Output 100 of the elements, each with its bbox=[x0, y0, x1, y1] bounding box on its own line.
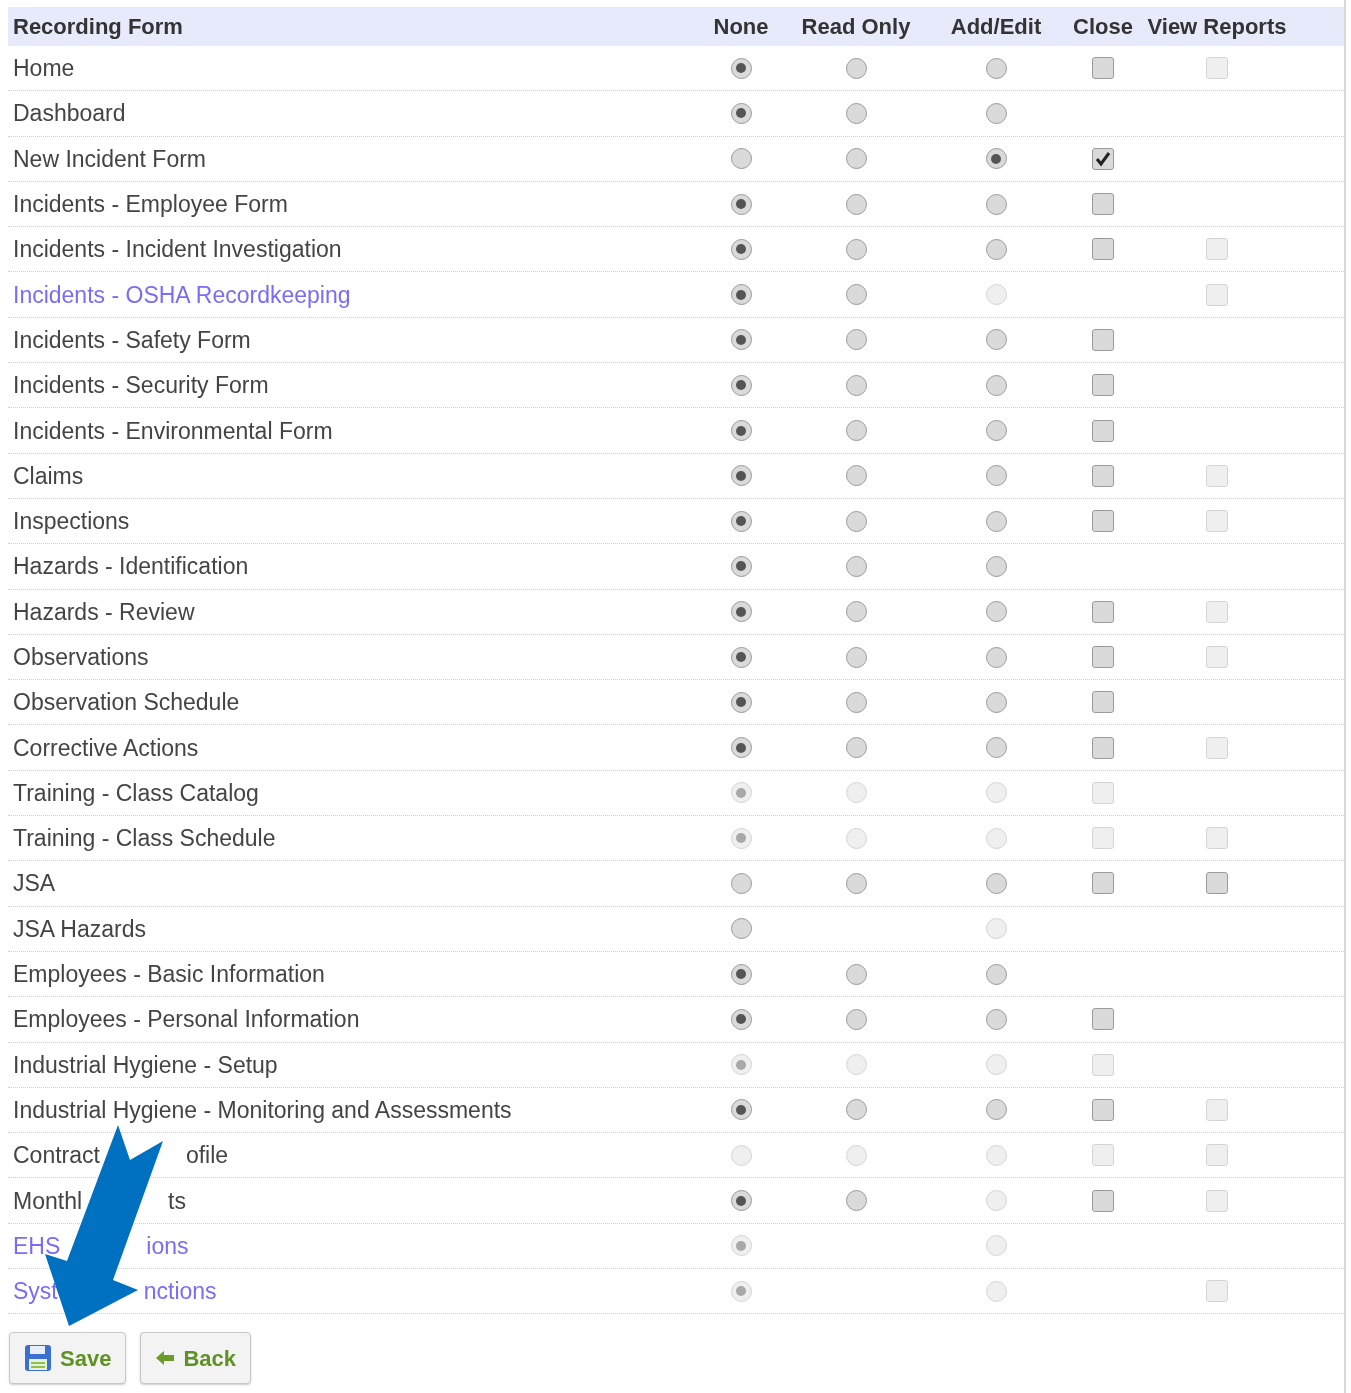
radio-button[interactable] bbox=[985, 873, 1007, 894]
form-name: Monthl bbox=[13, 1187, 83, 1214]
radio-button[interactable] bbox=[730, 873, 752, 894]
radio-button[interactable] bbox=[845, 57, 867, 79]
checkbox[interactable] bbox=[1092, 238, 1114, 261]
radio-button[interactable] bbox=[985, 646, 1007, 668]
radio-button[interactable] bbox=[845, 601, 867, 623]
form-link[interactable]: Syst bbox=[13, 1278, 58, 1305]
radio-button[interactable] bbox=[985, 102, 1007, 124]
radio-button[interactable] bbox=[845, 1190, 867, 1212]
checkbox[interactable] bbox=[1092, 57, 1114, 80]
checkbox[interactable] bbox=[1092, 464, 1114, 487]
form-link[interactable]: Incidents - OSHA Recordkeeping bbox=[13, 281, 351, 308]
radio-button[interactable] bbox=[845, 465, 867, 487]
form-name: Home bbox=[13, 55, 75, 82]
radio-button[interactable] bbox=[730, 465, 752, 487]
radio-button[interactable] bbox=[985, 1008, 1007, 1030]
radio-button[interactable] bbox=[985, 963, 1007, 985]
radio-button[interactable] bbox=[730, 555, 752, 577]
checkbox[interactable] bbox=[1092, 328, 1114, 351]
column-header: Add/Edit bbox=[950, 13, 1042, 41]
radio-button[interactable] bbox=[845, 420, 867, 441]
checkbox[interactable] bbox=[1206, 872, 1228, 895]
radio-button[interactable] bbox=[845, 1008, 867, 1030]
checkbox[interactable] bbox=[1092, 736, 1114, 759]
radio-button[interactable] bbox=[985, 238, 1007, 260]
radio-button[interactable] bbox=[730, 601, 752, 623]
radio-button[interactable] bbox=[730, 1008, 752, 1030]
checkbox[interactable] bbox=[1092, 1008, 1114, 1031]
radio-button[interactable] bbox=[985, 329, 1007, 351]
radio-button[interactable] bbox=[730, 148, 752, 170]
radio-button[interactable] bbox=[845, 102, 867, 124]
radio-button[interactable] bbox=[845, 691, 867, 713]
radio-button[interactable] bbox=[730, 57, 752, 79]
form-name: Observations bbox=[13, 644, 149, 670]
checkbox[interactable] bbox=[1092, 374, 1114, 397]
checkbox[interactable] bbox=[1092, 510, 1114, 533]
form-link[interactable]: nctions bbox=[143, 1278, 217, 1305]
radio-button[interactable] bbox=[985, 148, 1007, 170]
radio-button[interactable] bbox=[730, 737, 752, 759]
checkbox[interactable] bbox=[1092, 147, 1114, 170]
radio-button[interactable] bbox=[730, 510, 752, 532]
form-link[interactable]: ions bbox=[146, 1232, 189, 1259]
radio-button[interactable] bbox=[730, 193, 752, 215]
checkbox[interactable] bbox=[1092, 646, 1114, 668]
checkbox[interactable] bbox=[1092, 193, 1114, 216]
back-button[interactable]: Back bbox=[140, 1332, 251, 1385]
radio-button[interactable] bbox=[845, 374, 867, 396]
radio-button[interactable] bbox=[730, 374, 752, 396]
radio-button[interactable] bbox=[845, 238, 867, 260]
form-name: Industrial Hygiene - Monitoring and Assessments bbox=[13, 1096, 512, 1123]
radio-button[interactable] bbox=[845, 329, 867, 351]
radio-button[interactable] bbox=[845, 963, 867, 985]
checkbox[interactable] bbox=[1092, 872, 1114, 895]
radio-button[interactable] bbox=[985, 57, 1007, 79]
radio-button[interactable] bbox=[730, 1190, 752, 1212]
form-name: Contract bbox=[13, 1142, 100, 1169]
form-name: Incidents - Safety Form bbox=[13, 326, 251, 353]
form-link[interactable]: EHS bbox=[13, 1232, 61, 1259]
form-name: Incidents - Employee Form bbox=[13, 191, 288, 218]
radio-button[interactable] bbox=[985, 691, 1007, 713]
radio-button[interactable] bbox=[730, 646, 752, 668]
radio-button[interactable] bbox=[730, 420, 752, 441]
radio-button[interactable] bbox=[730, 329, 752, 351]
radio-button[interactable] bbox=[985, 737, 1007, 759]
radio-button[interactable] bbox=[985, 420, 1007, 441]
radio-button[interactable] bbox=[730, 238, 752, 260]
checkbox[interactable] bbox=[1092, 1098, 1114, 1121]
radio-button[interactable] bbox=[730, 918, 752, 940]
form-name: Inspections bbox=[13, 508, 130, 535]
checkbox[interactable] bbox=[1092, 1189, 1114, 1212]
radio-button[interactable] bbox=[845, 510, 867, 532]
checkbox[interactable] bbox=[1092, 691, 1114, 714]
radio-button[interactable] bbox=[845, 1099, 867, 1121]
radio-button[interactable] bbox=[985, 374, 1007, 396]
checkbox[interactable] bbox=[1092, 419, 1114, 442]
column-header: Read Only bbox=[801, 13, 911, 41]
column-header: None bbox=[713, 13, 769, 41]
checkbox[interactable] bbox=[1092, 600, 1114, 623]
radio-button[interactable] bbox=[730, 691, 752, 713]
radio-button[interactable] bbox=[985, 510, 1007, 532]
radio-button[interactable] bbox=[985, 465, 1007, 487]
radio-button[interactable] bbox=[730, 1099, 752, 1121]
radio-button[interactable] bbox=[730, 102, 752, 124]
radio-button[interactable] bbox=[730, 963, 752, 985]
radio-button[interactable] bbox=[845, 148, 867, 170]
radio-button[interactable] bbox=[845, 193, 867, 215]
radio-button[interactable] bbox=[845, 873, 867, 894]
radio-button[interactable] bbox=[730, 284, 752, 306]
radio-button[interactable] bbox=[985, 555, 1007, 577]
radio-button[interactable] bbox=[845, 555, 867, 577]
radio-button[interactable] bbox=[845, 646, 867, 668]
form-name: Employees - Personal Information bbox=[13, 1006, 360, 1033]
form-name: Training - Class Catalog bbox=[13, 779, 259, 806]
radio-button[interactable] bbox=[985, 193, 1007, 215]
radio-button[interactable] bbox=[845, 737, 867, 759]
radio-button[interactable] bbox=[985, 1099, 1007, 1121]
save-button[interactable]: Save bbox=[9, 1332, 127, 1385]
radio-button[interactable] bbox=[985, 601, 1007, 623]
radio-button[interactable] bbox=[845, 284, 867, 306]
